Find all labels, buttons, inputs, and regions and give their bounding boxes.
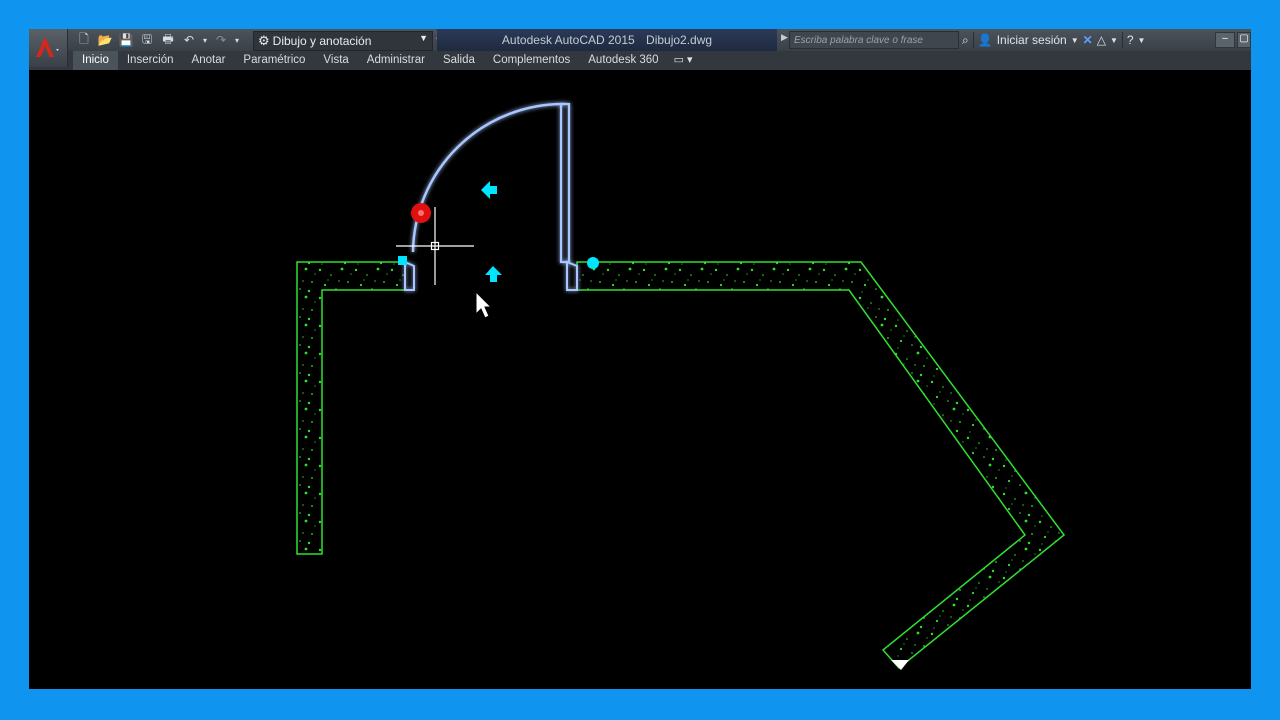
minimize-icon[interactable]: – xyxy=(1215,32,1235,48)
user-icon[interactable]: 👤 xyxy=(978,33,993,47)
tab-salida[interactable]: Salida xyxy=(434,51,484,70)
mouse-pointer-icon xyxy=(475,290,493,319)
tab-autodesk-360[interactable]: Autodesk 360 xyxy=(579,51,667,70)
info-toolbar: ⌕ 👤 Iniciar sesión ▼ ✕ △ ▼ ? ▼ xyxy=(962,29,1145,51)
autocad-window: 🗋 📂 💾 🖫 🖶 ↶ ▾ ↷ ▾ ⚙ Dibujo y anotación ▼… xyxy=(29,29,1251,689)
binoculars-icon[interactable]: ⌕ xyxy=(962,33,969,48)
a360-icon[interactable]: △ xyxy=(1097,33,1106,47)
application-menu-button[interactable] xyxy=(29,29,68,67)
autocad-logo-icon xyxy=(36,37,59,57)
app-name: Autodesk AutoCAD 2015 xyxy=(501,33,635,47)
flip-arrow-horizontal-icon[interactable] xyxy=(481,181,497,199)
crosshair-cursor xyxy=(396,207,474,285)
search-input[interactable]: Escriba palabra clave o frase xyxy=(789,31,959,49)
grip-round[interactable] xyxy=(587,257,599,269)
ribbon-tab-bar: Inicio Inserción Anotar Paramétrico Vist… xyxy=(29,51,1251,71)
open-icon[interactable]: 📂 xyxy=(96,31,114,49)
wall-left[interactable] xyxy=(296,261,406,555)
exchange-icon[interactable]: ✕ xyxy=(1083,33,1093,47)
signin-label[interactable]: Iniciar sesión xyxy=(997,33,1067,47)
ribbon-tabs: Inicio Inserción Anotar Paramétrico Vist… xyxy=(73,51,699,70)
grip-hot-center xyxy=(418,210,424,216)
tab-insercion[interactable]: Inserción xyxy=(118,51,183,70)
workspace-label: Dibujo y anotación xyxy=(272,34,372,48)
window-controls: – ▢ xyxy=(1215,29,1251,51)
redo-dropdown-icon[interactable]: ▾ xyxy=(233,31,241,49)
drawing-area[interactable] xyxy=(29,70,1251,689)
save-as-icon[interactable]: 🖫 xyxy=(138,31,156,49)
tab-parametrico[interactable]: Paramétrico xyxy=(234,51,314,70)
search-expand-icon[interactable]: ▶ xyxy=(781,32,788,43)
save-icon[interactable]: 💾 xyxy=(117,31,135,49)
document-title: Autodesk AutoCAD 2015 Dibujo2.dwg xyxy=(437,29,777,51)
chevron-down-icon[interactable]: ▼ xyxy=(1138,36,1146,45)
new-icon[interactable]: 🗋 xyxy=(75,31,93,49)
drawing-svg xyxy=(296,102,1066,670)
restore-icon[interactable]: ▢ xyxy=(1237,32,1251,48)
redo-icon[interactable]: ↷ xyxy=(212,31,230,49)
gear-icon: ⚙ xyxy=(258,33,270,48)
tab-vista[interactable]: Vista xyxy=(314,51,357,70)
ribbon-toggle-icon[interactable]: ▭ ▾ xyxy=(668,51,699,70)
document-name: Dibujo2.dwg xyxy=(646,33,713,47)
quick-access-toolbar: 🗋 📂 💾 🖫 🖶 ↶ ▾ ↷ ▾ xyxy=(75,29,241,51)
tab-administrar[interactable]: Administrar xyxy=(358,51,434,70)
undo-dropdown-icon[interactable]: ▾ xyxy=(201,31,209,49)
tab-complementos[interactable]: Complementos xyxy=(484,51,579,70)
print-icon[interactable]: 🖶 xyxy=(159,31,177,49)
tab-inicio[interactable]: Inicio xyxy=(73,51,118,70)
ucs-icon xyxy=(891,660,909,670)
chevron-down-icon: ▼ xyxy=(419,33,428,43)
divider xyxy=(972,32,974,48)
grip-square[interactable] xyxy=(398,256,407,265)
tab-anotar[interactable]: Anotar xyxy=(183,51,235,70)
undo-icon[interactable]: ↶ xyxy=(180,31,198,49)
wall-right[interactable] xyxy=(576,261,1066,670)
title-bar: 🗋 📂 💾 🖫 🖶 ↶ ▾ ↷ ▾ ⚙ Dibujo y anotación ▼… xyxy=(29,29,1251,67)
workspace-selector[interactable]: ⚙ Dibujo y anotación ▼ xyxy=(253,31,433,51)
chevron-down-icon[interactable]: ▼ xyxy=(1071,36,1079,45)
divider xyxy=(1121,32,1123,48)
flip-arrow-vertical-icon[interactable] xyxy=(485,266,502,282)
help-icon[interactable]: ? xyxy=(1127,33,1134,47)
door-block[interactable] xyxy=(404,102,578,291)
chevron-down-icon[interactable]: ▼ xyxy=(1110,36,1118,45)
